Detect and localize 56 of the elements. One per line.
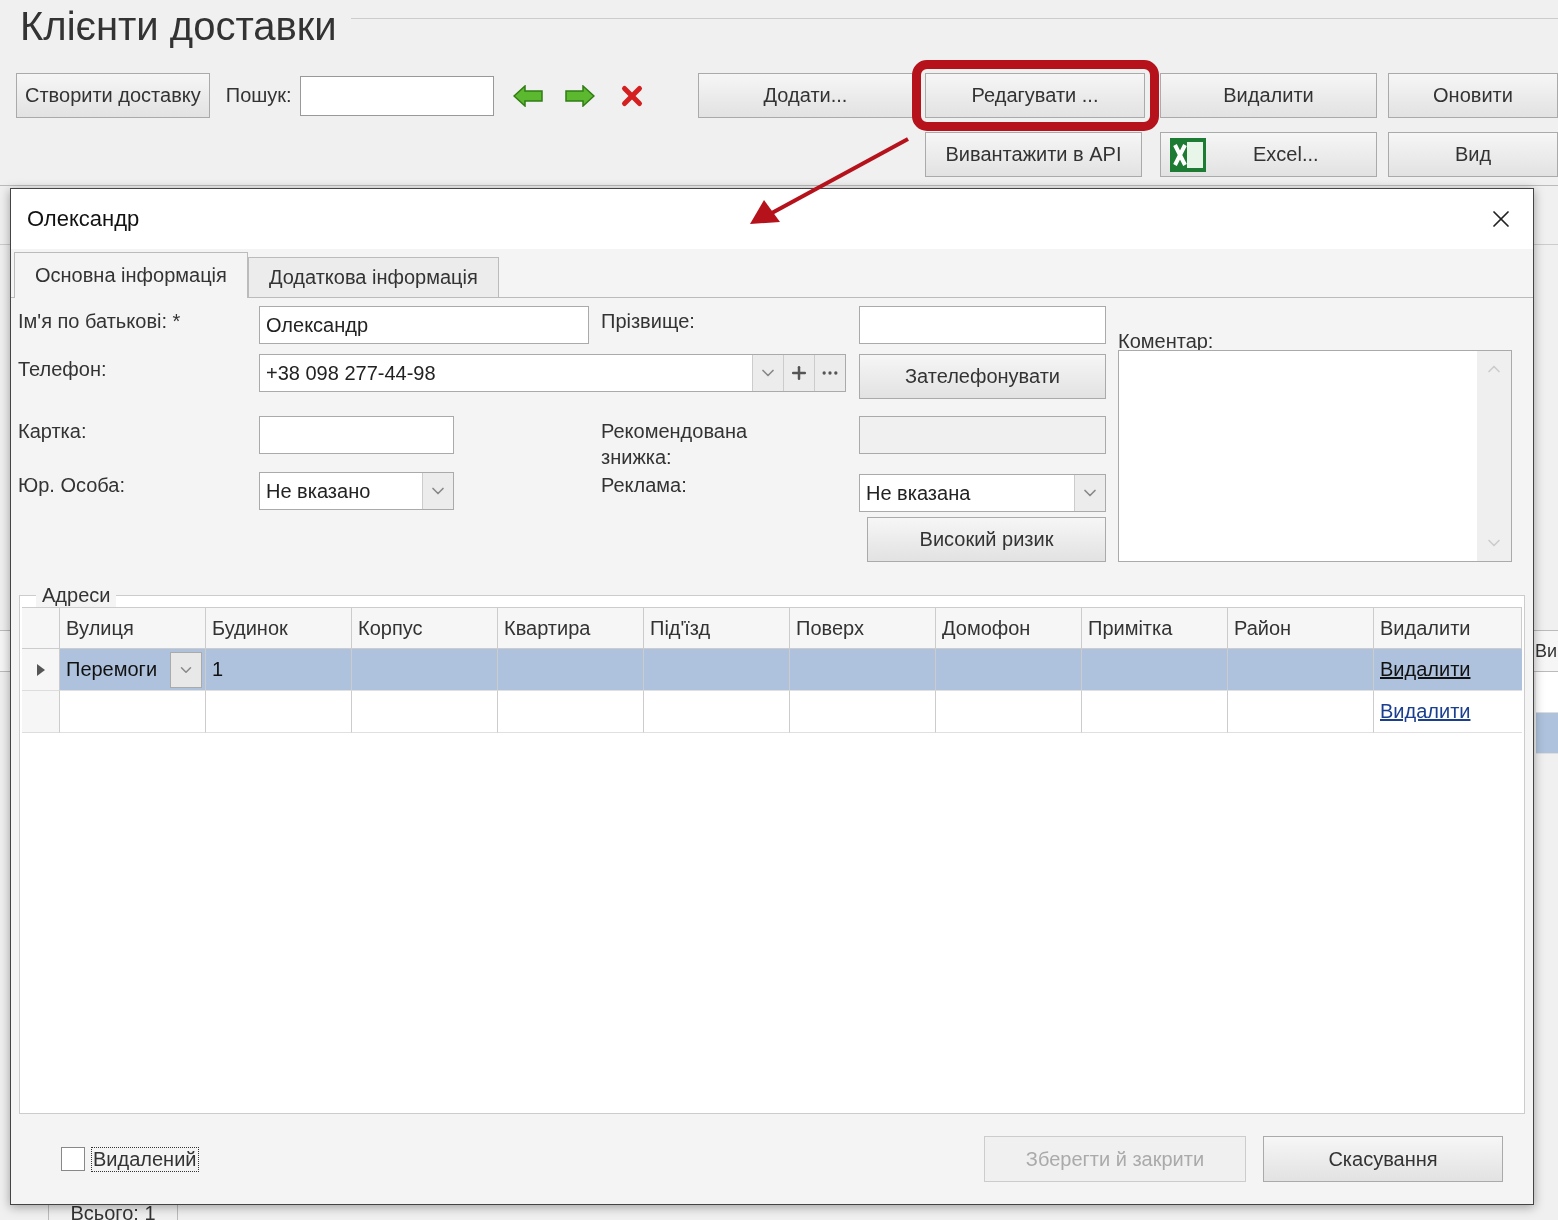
right-arrow-icon[interactable] (564, 84, 595, 107)
toolbar-button[interactable]: Оновити (1388, 73, 1558, 118)
select-field[interactable]: Не вказана (859, 474, 1106, 512)
left-arrow-icon[interactable] (512, 84, 543, 107)
spreadsheet-icon (1169, 136, 1207, 173)
field-label: Рекомендована знижка: (601, 419, 749, 470)
toolbar-button[interactable]: Вид (1388, 132, 1558, 177)
toolbar-button[interactable]: Додати... (698, 73, 913, 118)
column-header[interactable]: Домофон (936, 607, 1082, 649)
comment-field[interactable] (1118, 350, 1512, 562)
search-label: Пошук: (225, 84, 292, 107)
call-button[interactable]: Зателефонувати (859, 354, 1106, 399)
toolbar-button[interactable]: Редагувати ... (925, 73, 1145, 118)
column-header[interactable]: Поверх (790, 607, 936, 649)
toolbar-button[interactable]: Видалити (1160, 73, 1377, 118)
column-header[interactable]: Під'їзд (644, 607, 790, 649)
input-field[interactable] (259, 416, 454, 454)
field-label: Картка: (18, 419, 88, 444)
column-header[interactable]: Вулиця (60, 607, 206, 649)
field-label: Прізвище: (601, 309, 696, 334)
phone-combo[interactable]: +38 098 277-44-98 (259, 354, 846, 392)
column-header[interactable]: Видалити (1374, 607, 1522, 649)
create-delivery-button[interactable]: Створити доставку (16, 73, 210, 118)
column-header: Ви (1534, 640, 1557, 662)
field-label: Ім'я по батькові: * (18, 309, 182, 334)
search-field[interactable] (299, 75, 494, 116)
dialog-title: Олександр (27, 206, 140, 232)
dialog-button[interactable]: Скасування (1263, 1136, 1503, 1182)
table-cell: 1 (206, 649, 352, 691)
field-label: Юр. Особа: (18, 473, 127, 498)
tab[interactable]: Основна інформація (14, 252, 248, 298)
select-field[interactable]: Не вказано (259, 472, 454, 510)
table-cell[interactable] (60, 691, 206, 733)
column-header[interactable]: Корпус (352, 607, 498, 649)
toolbar-button[interactable]: Excel... (1160, 132, 1377, 177)
column-header[interactable]: Квартира (498, 607, 644, 649)
column-header[interactable]: Примітка (1082, 607, 1228, 649)
column-header[interactable]: Будинок (206, 607, 352, 649)
field-label: Телефон: (18, 357, 108, 382)
input-field[interactable] (859, 306, 1106, 344)
input-field[interactable]: Олександр (259, 306, 589, 344)
checkbox[interactable] (61, 1147, 85, 1171)
toolbar-button[interactable]: Вивантажити в API (925, 132, 1142, 177)
field-label: Реклама: (601, 473, 688, 498)
column-header[interactable]: Район (1228, 607, 1374, 649)
page-title: Клієнти доставки (20, 4, 338, 49)
high-risk-button[interactable]: Високий ризик (867, 517, 1106, 562)
row-pointer-icon (36, 663, 45, 676)
street-dropdown[interactable] (170, 651, 202, 688)
tab[interactable]: Додаткова інформація (247, 257, 499, 297)
table-cell[interactable]: Перемоги (60, 649, 206, 691)
delete-link[interactable]: Видалити (1380, 658, 1471, 681)
checkbox-label[interactable]: Видалений (91, 1146, 199, 1172)
add-icon[interactable] (789, 363, 809, 383)
field-label: Коментар: (1117, 329, 1215, 350)
delete-link[interactable]: Видалити (1380, 700, 1471, 723)
